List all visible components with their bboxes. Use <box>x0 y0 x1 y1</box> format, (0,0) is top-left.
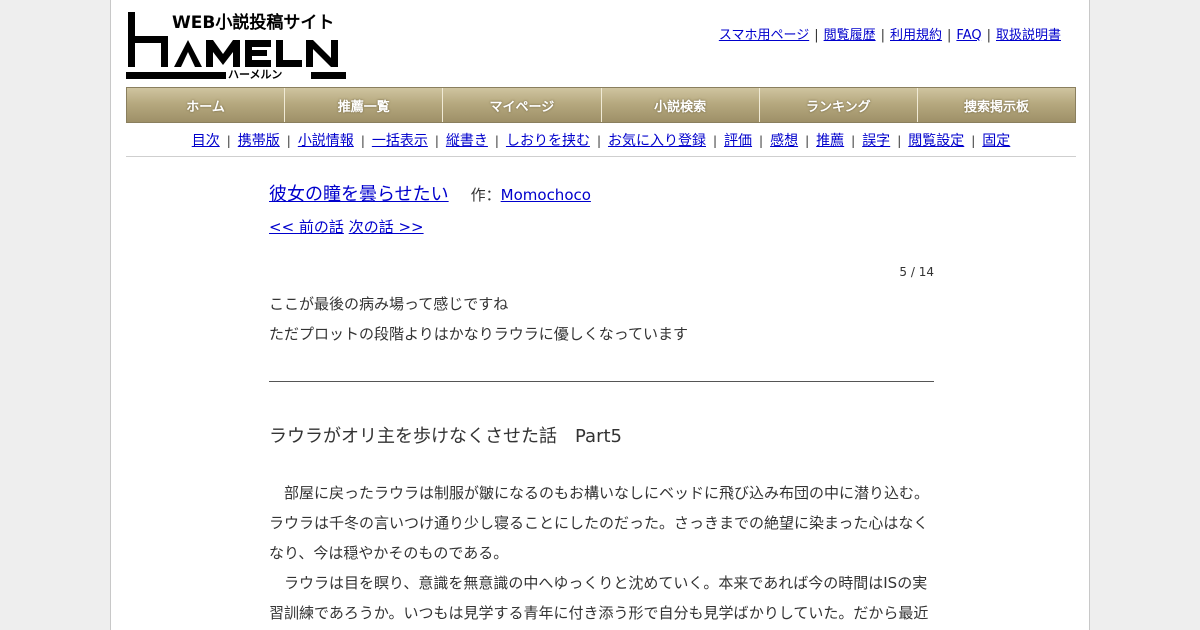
novel-subnav: 目次 | 携帯版 | 小説情報 | 一括表示 | 縦書き | しおりを挟む | お気に入り登録 | 評価 | 感… <box>126 130 1076 150</box>
manual-link[interactable]: 取扱説明書 <box>996 28 1061 43</box>
logo-graphic: WEB小説投稿サイト ハーメルン <box>126 12 346 81</box>
separator: | <box>814 28 819 43</box>
separator: | <box>805 134 810 148</box>
novel-content: 彼女の瞳を曇らせたい 作：Momochoco << 前の話 次の話 >> 5 / … <box>269 180 934 628</box>
chapter-body: 部屋に戻ったラウラは制服が皺になるのもお構いなしにベッドに飛び込み布団の中に潜り… <box>269 478 934 628</box>
preface-line: ただプロットの段階よりはかなりラウラに優しくなっています <box>269 325 688 343</box>
separator: | <box>360 134 365 148</box>
bookmark-link[interactable]: しおりを挟む <box>506 133 590 149</box>
faq-link[interactable]: FAQ <box>956 28 981 43</box>
nav-ranking[interactable]: ランキング <box>759 88 918 122</box>
separator: | <box>971 134 976 148</box>
prev-episode-link[interactable]: << 前の話 <box>269 218 344 236</box>
separator: | <box>947 28 952 43</box>
reading-settings-link[interactable]: 閲覧設定 <box>908 133 964 149</box>
bulk-display-link[interactable]: 一括表示 <box>372 133 428 149</box>
separator: | <box>851 134 856 148</box>
author-prefix: 作： <box>470 186 501 204</box>
separator: | <box>226 134 231 148</box>
page-container: WEB小説投稿サイト ハーメルン スマホ用ページ | 閲覧履歴 | 利用規約 | FAQ | 取… <box>110 0 1090 630</box>
history-link[interactable]: 閲覧履歴 <box>824 28 876 43</box>
separator: | <box>286 134 291 148</box>
body-paragraph: 部屋に戻ったラウラは制服が皺になるのもお構いなしにベッドに飛び込み布団の中に潜り… <box>269 484 930 562</box>
nav-recommendations[interactable]: 推薦一覧 <box>285 88 444 122</box>
nav-home[interactable]: ホーム <box>127 88 286 122</box>
pin-link[interactable]: 固定 <box>982 133 1010 149</box>
separator: | <box>596 134 601 148</box>
mobile-version-link[interactable]: 携帯版 <box>238 133 280 149</box>
title-row: 彼女の瞳を曇らせたい 作：Momochoco <box>269 180 934 206</box>
top-links: スマホ用ページ | 閲覧履歴 | 利用規約 | FAQ | 取扱説明書 <box>719 24 1061 43</box>
chapter-title: ラウラがオリ主を歩けなくさせた話 Part5 <box>269 426 622 447</box>
author-line: 作：Momochoco <box>471 186 591 204</box>
novel-title-link[interactable]: 彼女の瞳を曇らせたい <box>269 184 449 205</box>
body-paragraph: ラウラは目を瞑り、意識を無意識の中へゆっくりと沈めていく。本来であれば今の時間は… <box>269 574 929 622</box>
separator: | <box>713 134 718 148</box>
preface: ここが最後の病み場って感じですね ただプロットの段階よりはかなりラウラに優しくな… <box>269 289 934 349</box>
separator: | <box>759 134 764 148</box>
next-episode-link[interactable]: 次の話 >> <box>349 218 424 236</box>
typo-report-link[interactable]: 誤字 <box>862 133 890 149</box>
episode-counter: 5 / 14 <box>899 265 934 279</box>
smartphone-page-link[interactable]: スマホ用ページ <box>719 28 809 43</box>
separator: | <box>434 134 439 148</box>
preface-line: ここが最後の病み場って感じですね <box>269 295 509 313</box>
episode-pager: << 前の話 次の話 >> <box>269 216 934 237</box>
main-nav: ホーム 推薦一覧 マイページ 小説検索 ランキング 捜索掲示板 <box>126 87 1076 123</box>
favorite-link[interactable]: お気に入り登録 <box>608 133 706 149</box>
recommend-link[interactable]: 推薦 <box>816 133 844 149</box>
separator: | <box>986 28 991 43</box>
subnav-divider <box>126 156 1076 157</box>
separator: | <box>897 134 902 148</box>
nav-mypage[interactable]: マイページ <box>443 88 602 122</box>
toc-link[interactable]: 目次 <box>192 133 220 149</box>
hameln-logo[interactable]: WEB小説投稿サイト ハーメルン <box>126 10 346 81</box>
novel-info-link[interactable]: 小説情報 <box>298 133 354 149</box>
review-link[interactable]: 感想 <box>770 133 798 149</box>
separator: | <box>494 134 499 148</box>
author-link[interactable]: Momochoco <box>501 186 591 204</box>
terms-link[interactable]: 利用規約 <box>890 28 942 43</box>
vertical-writing-link[interactable]: 縦書き <box>446 133 488 149</box>
rating-link[interactable]: 評価 <box>724 133 752 149</box>
content-divider <box>269 381 934 382</box>
svg-text:WEB小説投稿サイト: WEB小説投稿サイト <box>172 12 334 33</box>
nav-novel-search[interactable]: 小説検索 <box>601 88 760 122</box>
svg-text:ハーメルン: ハーメルン <box>228 68 282 80</box>
separator: | <box>880 28 885 43</box>
nav-search-board[interactable]: 捜索掲示板 <box>917 88 1076 122</box>
